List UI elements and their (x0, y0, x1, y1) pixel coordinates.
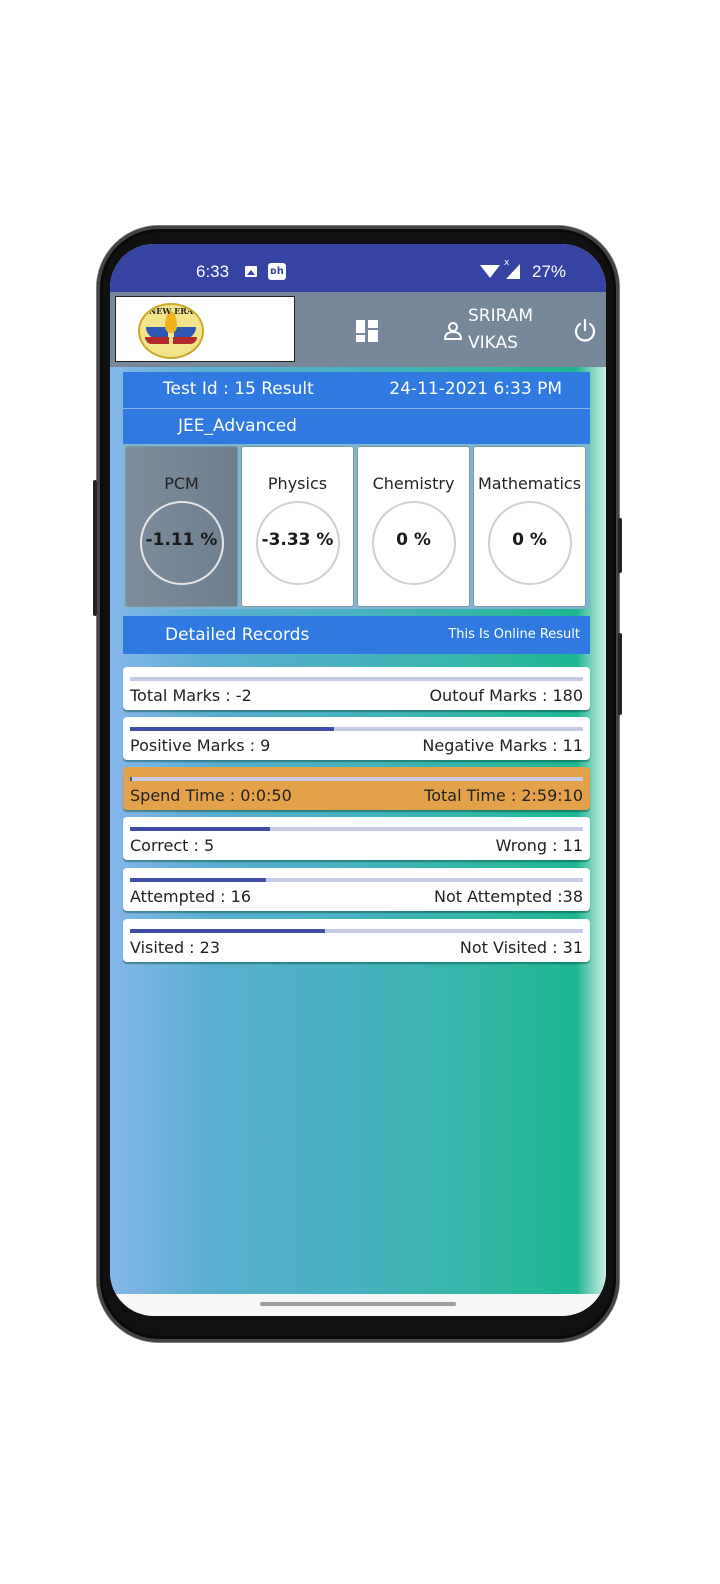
battery-level: 27% (532, 262, 567, 281)
subject-name: Mathematics (477, 474, 582, 493)
subject-name: PCM (164, 474, 199, 493)
record-right-label: Wrong : 11 (495, 836, 583, 855)
status-time: 6:33 (196, 262, 230, 281)
logo-book-right (173, 337, 197, 344)
subject-score: 0 % (512, 530, 547, 550)
record-left-label: Total Marks : -2 (130, 686, 252, 705)
progress-fill (130, 727, 334, 731)
progress-bar (130, 878, 583, 882)
subject-score: -1.11 % (145, 530, 218, 550)
record-left-label: Spend Time : 0:0:50 (130, 786, 292, 805)
progress-bar (130, 677, 583, 681)
subject-tab-chemistry[interactable]: Chemistry 0 % (357, 446, 470, 607)
record-right-label: Outouf Marks : 180 (429, 686, 583, 705)
phone-side-button (618, 518, 622, 573)
subject-score: -3.33 % (261, 530, 334, 550)
subject-tab-physics[interactable]: Physics -3.33 % (241, 446, 354, 607)
record-row: Positive Marks : 9 Negative Marks : 11 (123, 717, 590, 760)
online-result-note: This Is Online Result (448, 627, 580, 642)
app-notification-icon: ᴅh (268, 263, 286, 280)
record-right-label: Total Time : 2:59:10 (424, 786, 583, 805)
record-left-label: Correct : 5 (130, 836, 215, 855)
logo-book-left (145, 337, 169, 344)
test-id: Test Id : 15 Result (163, 379, 314, 399)
detailed-records-header: Detailed Records This Is Online Result (123, 616, 590, 654)
navigation-bar (110, 1294, 606, 1316)
logo-container[interactable]: NEW ERA (115, 296, 295, 362)
progress-bar (130, 777, 583, 781)
progress-bar (130, 827, 583, 831)
record-right-label: Negative Marks : 11 (422, 736, 583, 755)
home-gesture-handle[interactable] (260, 1302, 456, 1306)
cell-signal-icon (506, 264, 520, 279)
wifi-icon (480, 265, 500, 278)
record-left-label: Positive Marks : 9 (130, 736, 271, 755)
record-right-label: Not Attempted :38 (433, 887, 583, 906)
progress-fill (130, 929, 325, 933)
subject-tab-pcm[interactable]: PCM -1.11 % (125, 446, 238, 607)
subject-name: Physics (267, 474, 328, 493)
user-icon[interactable] (443, 321, 463, 341)
subject-name: Chemistry (372, 474, 455, 493)
user-first-name: SRIRAM (468, 306, 534, 326)
test-result-header: Test Id : 15 Result 24-11-2021 6:33 PM (123, 372, 590, 409)
record-left-label: Visited : 23 (130, 938, 221, 957)
phone-side-button (93, 480, 97, 616)
image-icon (245, 266, 257, 277)
power-icon[interactable] (572, 318, 598, 344)
logo-text: NEW ERA (148, 306, 194, 316)
subject-tabs: PCM -1.11 % Physics -3.33 % Chemistry 0 … (123, 444, 590, 609)
record-left-label: Attempted : 16 (130, 887, 251, 906)
progress-fill (130, 878, 266, 882)
new-era-logo: NEW ERA (138, 303, 204, 359)
test-datetime: 24-11-2021 6:33 PM (389, 379, 562, 399)
record-row: Spend Time : 0:0:50 Total Time : 2:59:10 (123, 767, 590, 810)
record-row: Correct : 5 Wrong : 11 (123, 817, 590, 860)
phone-screen: 6:33 ᴅh x 27% NEW ERA SRIRAM VIKAS Test … (110, 244, 606, 1316)
user-name[interactable]: SRIRAM VIKAS (468, 303, 533, 357)
subject-tab-mathematics[interactable]: Mathematics 0 % (473, 446, 586, 607)
app-top-bar: NEW ERA SRIRAM VIKAS (110, 292, 606, 367)
progress-bar (130, 727, 583, 731)
progress-fill (130, 827, 271, 831)
progress-fill (130, 777, 133, 781)
record-row: Visited : 23 Not Visited : 31 (123, 919, 590, 962)
record-right-label: Not Visited : 31 (459, 938, 583, 957)
exam-name-row: JEE_Advanced (123, 409, 590, 444)
phone-side-button (618, 633, 622, 715)
record-row: Total Marks : -2 Outouf Marks : 180 (123, 667, 590, 710)
status-bar: 6:33 ᴅh x 27% (110, 244, 606, 292)
detailed-records-title: Detailed Records (165, 625, 310, 645)
progress-bar (130, 929, 583, 933)
user-last-name: VIKAS (468, 333, 518, 353)
subject-score: 0 % (396, 530, 431, 550)
result-content: Test Id : 15 Result 24-11-2021 6:33 PM J… (110, 367, 606, 1294)
exam-name: JEE_Advanced (178, 416, 297, 436)
dashboard-grid-icon[interactable] (356, 320, 378, 342)
record-row: Attempted : 16 Not Attempted :38 (123, 868, 590, 911)
